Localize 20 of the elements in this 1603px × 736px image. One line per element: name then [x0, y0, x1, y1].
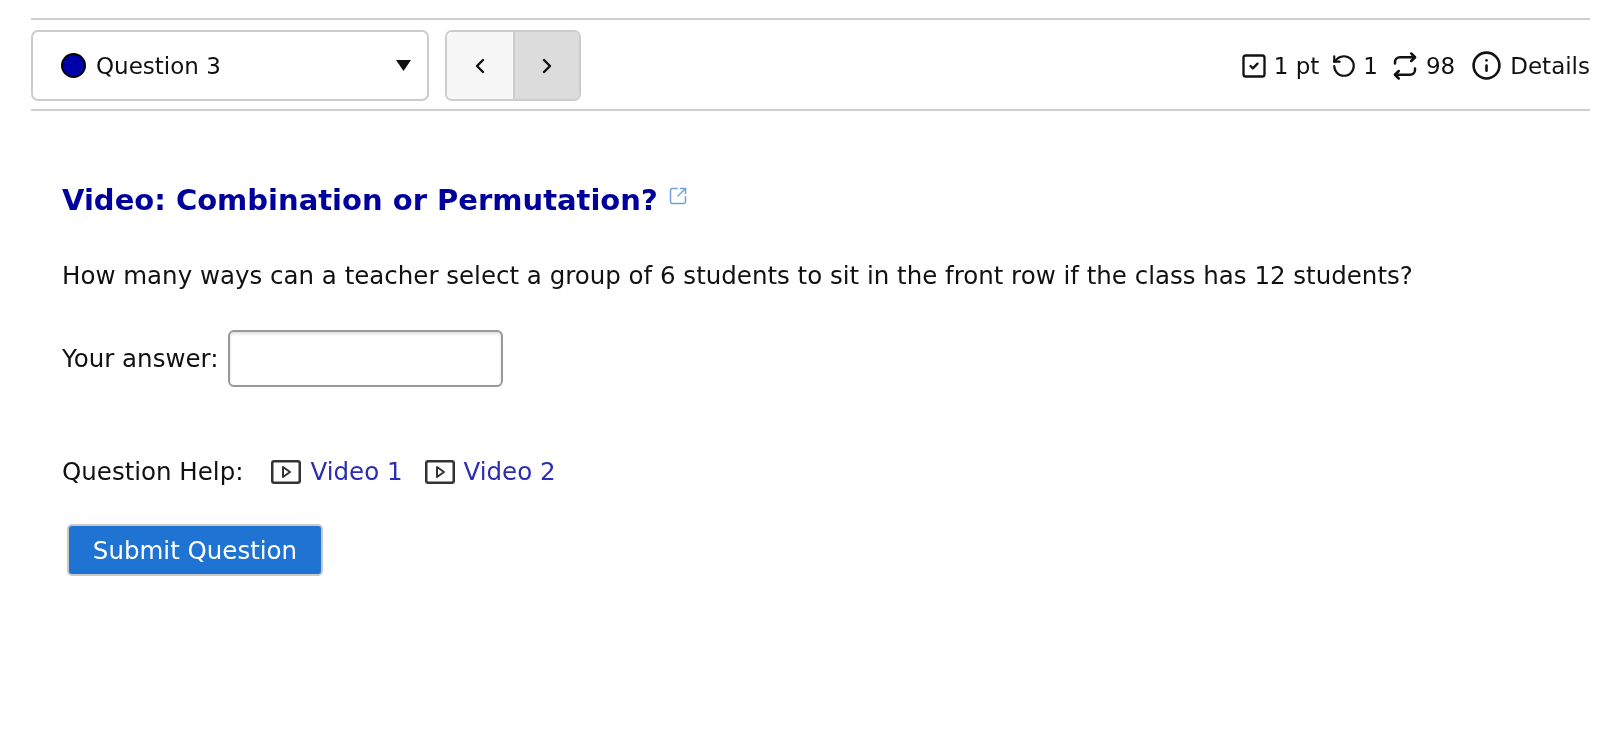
question-title: Video: Combination or Permutation?: [62, 183, 658, 217]
info-icon: [1471, 50, 1503, 81]
play-icon: [424, 459, 455, 484]
play-icon: [271, 459, 302, 484]
answer-field[interactable]: [228, 330, 504, 387]
help-label: Question Help:: [62, 457, 244, 486]
attempts-count: 1: [1363, 52, 1378, 79]
question-dropdown[interactable]: Question 3: [31, 30, 429, 101]
video-link[interactable]: Video 2: [424, 457, 556, 486]
checkbox-icon: [1239, 51, 1268, 80]
submit-button[interactable]: Submit Question: [67, 524, 323, 576]
undo-icon: [1331, 52, 1358, 79]
caret-icon: [396, 60, 411, 71]
question-text: How many ways can a teacher select a group of 6 students to sit in the front row if the class has 12 students?: [62, 261, 1414, 290]
details-button[interactable]: Details: [1471, 50, 1590, 81]
answer-label: Your answer:: [62, 344, 219, 373]
versions-count: 98: [1425, 52, 1456, 79]
video-link[interactable]: Video 1: [271, 457, 403, 486]
points-text: 1 pt: [1273, 52, 1320, 79]
external-link-icon[interactable]: [667, 186, 688, 206]
